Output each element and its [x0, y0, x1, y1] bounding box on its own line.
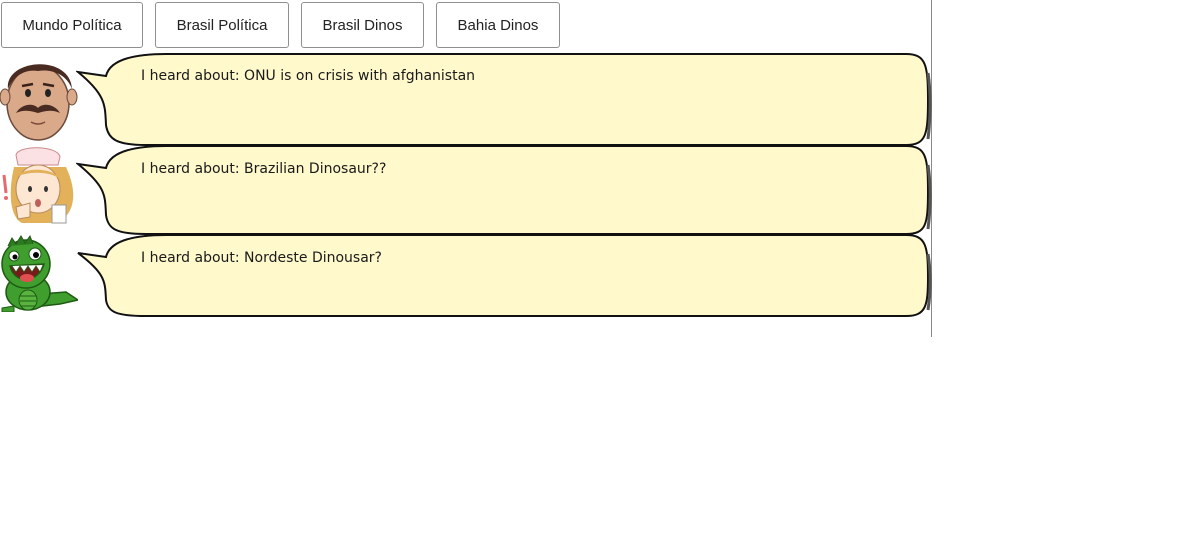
app-frame: Mundo Política Brasil Política Brasil Di… [0, 0, 932, 337]
speech-bubble [76, 145, 932, 235]
message-row: I heard about: ONU is on crisis with afg… [0, 53, 932, 148]
tab-mundo-politica[interactable]: Mundo Política [1, 2, 143, 48]
message-text: I heard about: Brazilian Dinosaur?? [141, 161, 387, 177]
man-mustache-icon [0, 64, 78, 141]
tab-brasil-politica[interactable]: Brasil Política [155, 2, 289, 48]
tab-bahia-dinos[interactable]: Bahia Dinos [436, 2, 560, 48]
message-text: I heard about: ONU is on crisis with afg… [141, 68, 476, 84]
message-text: I heard about: Nordeste Dinousar? [141, 250, 382, 266]
message-row: I heard about: Brazilian Dinosaur?? [0, 145, 932, 237]
message-row: I heard about: Nordeste Dinousar? [0, 234, 932, 320]
speech-bubble [77, 234, 932, 317]
nurse-surprised-icon [2, 147, 74, 224]
tab-brasil-dinos[interactable]: Brasil Dinos [301, 2, 424, 48]
green-dinosaur-icon [1, 234, 78, 312]
